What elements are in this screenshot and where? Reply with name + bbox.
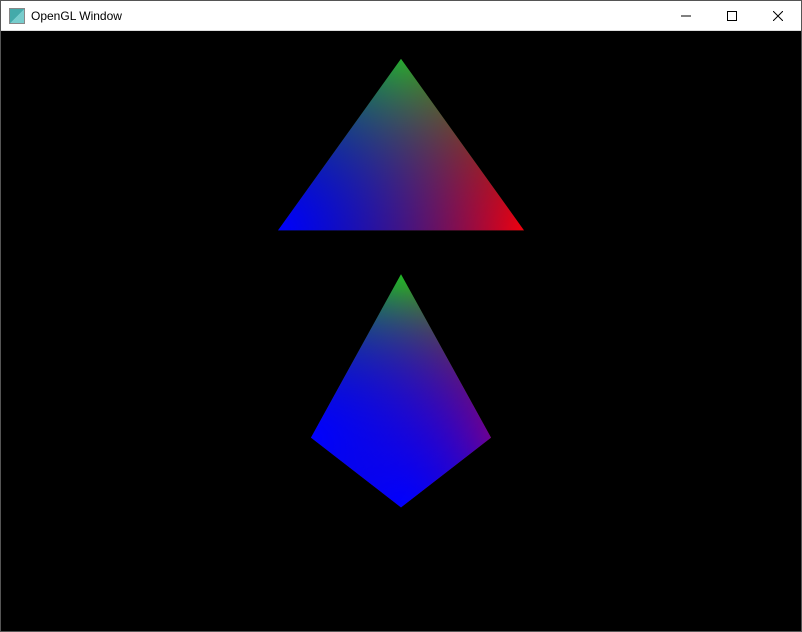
close-icon <box>773 11 783 21</box>
opengl-viewport <box>1 31 801 631</box>
app-icon <box>9 8 25 24</box>
close-button[interactable] <box>755 1 801 30</box>
maximize-icon <box>727 11 737 21</box>
minimize-icon <box>681 11 691 21</box>
window-controls <box>663 1 801 30</box>
maximize-button[interactable] <box>709 1 755 30</box>
minimize-button[interactable] <box>663 1 709 30</box>
window-title: OpenGL Window <box>31 9 122 23</box>
window-titlebar: OpenGL Window <box>1 1 801 31</box>
